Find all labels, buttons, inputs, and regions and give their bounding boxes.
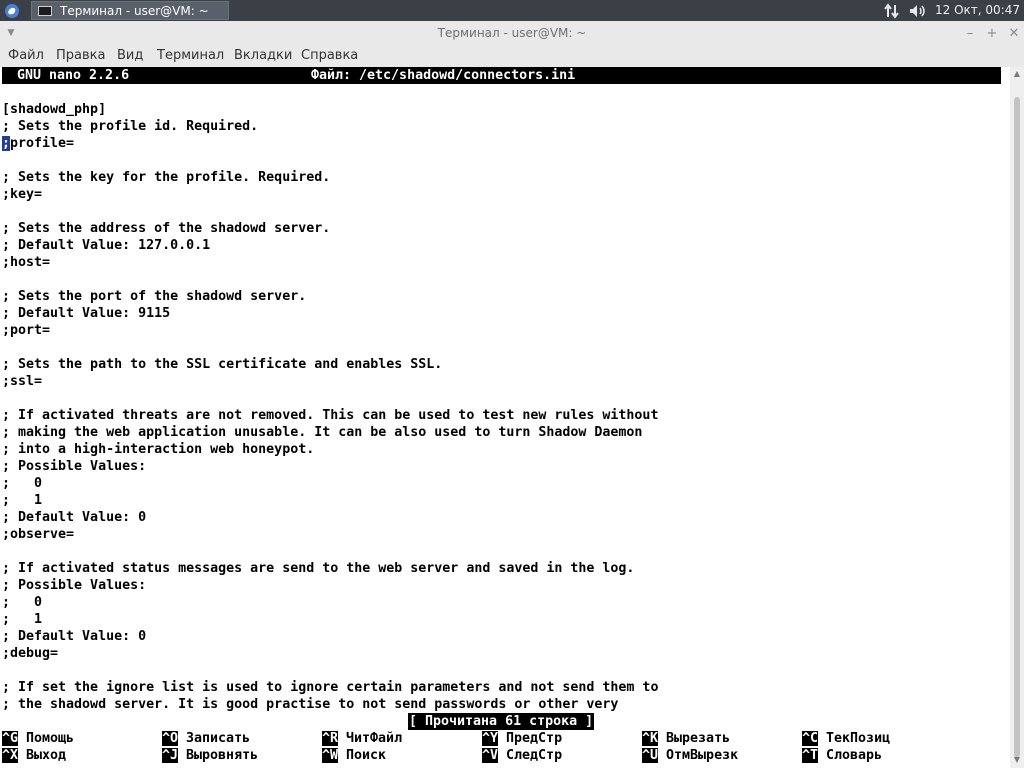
- shortcut-key: ^J: [162, 748, 179, 763]
- shortcut-label: Вырезать: [666, 731, 731, 746]
- menu-file[interactable]: Файл: [8, 48, 44, 63]
- shortcut-key: ^K: [642, 731, 659, 746]
- editor-line: ;debug=: [2, 646, 59, 661]
- editor-line: ;host=: [2, 255, 51, 270]
- editor-line: ; Sets the address of the shadowd server…: [2, 221, 331, 236]
- shortcut-key: ^V: [482, 748, 499, 763]
- menu-tabs[interactable]: Вкладки: [234, 48, 292, 63]
- shortcut-key: ^Y: [482, 731, 499, 746]
- shortcut-item: ^K Вырезать: [642, 730, 730, 747]
- menu-terminal[interactable]: Терминал: [157, 48, 224, 63]
- shortcut-key: ^X: [2, 748, 19, 763]
- shortcut-item: ^C ТекПозиц: [802, 730, 890, 747]
- maximize-icon[interactable]: +: [984, 24, 1000, 42]
- menu-edit[interactable]: Правка: [56, 48, 105, 63]
- shortcut-key: ^W: [322, 748, 339, 763]
- minimize-icon[interactable]: –: [962, 24, 978, 42]
- editor-line: ; Default Value: 0: [2, 629, 147, 644]
- nano-header: GNU nano 2.2.6 Файл: /etc/shadowd/connec…: [2, 67, 1001, 84]
- terminal-icon: [38, 5, 52, 16]
- editor-line: ; Sets the path to the SSL certificate a…: [2, 357, 443, 372]
- shortcut-item: ^U ОтмВырезк: [642, 747, 738, 764]
- shortcut-item: ^G Помощь: [2, 730, 74, 747]
- shortcut-key: ^R: [322, 731, 339, 746]
- editor-line: ; Default Value: 9115: [2, 306, 171, 321]
- nano-file-label: Файл: /etc/shadowd/connectors.ini: [311, 68, 576, 83]
- editor-line: ; 1: [2, 493, 43, 508]
- shortcut-label: Помощь: [26, 731, 75, 746]
- shortcut-key: ^G: [2, 731, 19, 746]
- editor-line: ; Default Value: 127.0.0.1: [2, 238, 211, 253]
- editor-line: ; Sets the profile id. Required.: [2, 119, 259, 134]
- shortcut-key: ^C: [802, 731, 819, 746]
- nano-version: GNU nano 2.2.6: [17, 68, 130, 83]
- editor-line: ; Default Value: 0: [2, 510, 147, 525]
- editor-line: ; 1: [2, 612, 43, 627]
- shortcut-key: ^T: [802, 748, 819, 763]
- editor-line: ; If set the ignore list is used to igno…: [2, 680, 659, 695]
- shortcut-label: Выход: [26, 748, 67, 763]
- shortcut-item: ^O Записать: [162, 730, 250, 747]
- terminal-area[interactable]: GNU nano 2.2.6 Файл: /etc/shadowd/connec…: [0, 67, 1010, 768]
- editor-line: ; Sets the port of the shadowd server.: [2, 289, 307, 304]
- editor-line: ; Possible Values:: [2, 459, 147, 474]
- scrollbar[interactable]: ▲ ▼: [1010, 67, 1024, 768]
- shortcut-label: Поиск: [346, 748, 387, 763]
- scrollbar-thumb[interactable]: [1014, 97, 1020, 757]
- editor-line: ;port=: [2, 323, 51, 338]
- menu-help[interactable]: Справка: [301, 48, 358, 63]
- editor-line: ; into a high-interaction web honeypot.: [2, 442, 315, 457]
- shortcut-key: ^U: [642, 748, 659, 763]
- editor-line: ; Sets the key for the profile. Required…: [2, 170, 331, 185]
- shortcut-item: ^V СледСтр: [482, 747, 562, 764]
- scroll-up-icon[interactable]: ▲: [1012, 69, 1022, 79]
- shortcut-label: Выровнять: [186, 748, 259, 763]
- editor-line: ; the shadowd server. It is good practis…: [2, 697, 619, 712]
- editor-line: [shadowd_php]: [2, 102, 107, 117]
- shortcut-item: ^R ЧитФайл: [322, 730, 402, 747]
- text-cursor: ;: [2, 136, 11, 151]
- taskbar: Терминал - user@VM: ~ 12 Окт, 00:47: [0, 0, 1024, 21]
- volume-icon[interactable]: [907, 2, 929, 19]
- app-menu-icon[interactable]: [3, 2, 21, 19]
- shortcut-key: ^O: [162, 731, 179, 746]
- editor-line: ;ssl=: [2, 374, 43, 389]
- editor-line: ; making the web application unusable. I…: [2, 425, 643, 440]
- editor-line: ;profile=: [2, 136, 75, 151]
- menu-view[interactable]: Вид: [117, 48, 143, 63]
- editor-line: ; If activated threats are not removed. …: [2, 408, 659, 423]
- network-icon[interactable]: [882, 2, 902, 19]
- shortcut-label: ЧитФайл: [346, 731, 403, 746]
- taskbar-task-label: Терминал - user@VM: ~: [60, 3, 209, 18]
- shortcut-item: ^J Выровнять: [162, 747, 258, 764]
- taskbar-terminal-task[interactable]: Терминал - user@VM: ~: [31, 1, 229, 20]
- clock[interactable]: 12 Окт, 00:47: [935, 3, 1020, 17]
- editor-line: ;key=: [2, 187, 43, 202]
- window-title: Терминал - user@VM: ~: [437, 26, 587, 40]
- shortcut-label: Словарь: [826, 748, 883, 763]
- shortcut-label: Записать: [186, 731, 251, 746]
- shortcut-item: ^T Словарь: [802, 747, 882, 764]
- editor-line: ; 0: [2, 595, 43, 610]
- editor-line: ;observe=: [2, 527, 75, 542]
- shortcut-label: ТекПозиц: [826, 731, 891, 746]
- window-titlebar[interactable]: ▼ Терминал - user@VM: ~ – + ✕: [0, 21, 1024, 45]
- editor-line: ; If activated status messages are send …: [2, 561, 635, 576]
- shortcut-label: ПредСтр: [506, 731, 563, 746]
- scroll-down-icon[interactable]: ▼: [1012, 755, 1022, 765]
- close-icon[interactable]: ✕: [1006, 24, 1022, 42]
- editor-line: ; Possible Values:: [2, 578, 147, 593]
- shortcut-item: ^X Выход: [2, 747, 66, 764]
- editor-line: ; 0: [2, 476, 43, 491]
- shortcut-item: ^Y ПредСтр: [482, 730, 562, 747]
- shortcut-label: СледСтр: [506, 748, 563, 763]
- status-message: [ Прочитана 61 строка ]: [408, 713, 595, 730]
- shortcut-label: ОтмВырезк: [666, 748, 739, 763]
- menubar: Файл Правка Вид Терминал Вкладки Справка: [0, 45, 1024, 67]
- shortcut-item: ^W Поиск: [322, 747, 386, 764]
